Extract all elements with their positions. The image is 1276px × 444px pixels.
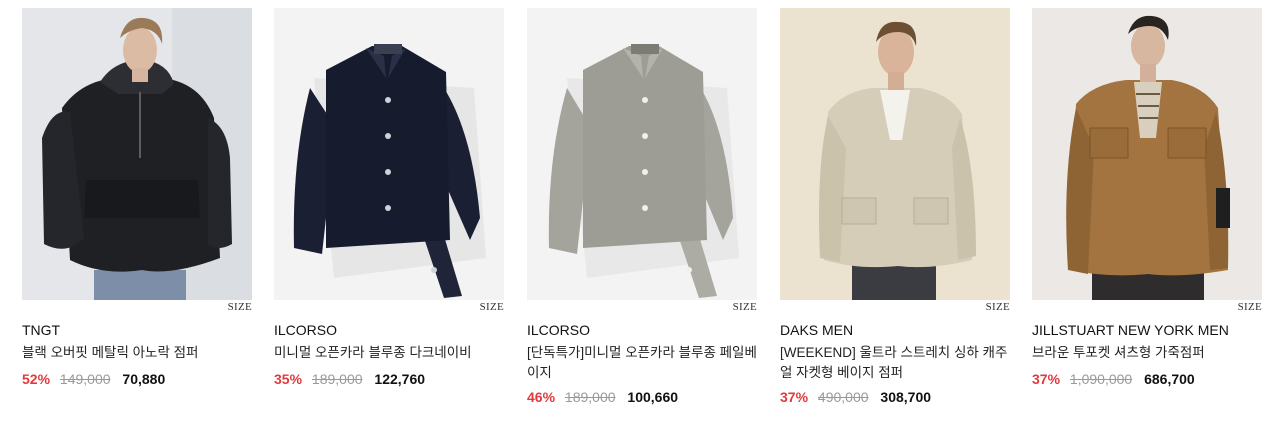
product-grid: SIZE TNGT 블랙 오버핏 메탈릭 아노락 점퍼 52% 149,000 … [0, 0, 1276, 444]
original-price: 490,000 [817, 389, 869, 405]
discount-rate: 35% [274, 371, 303, 387]
original-price: 1,090,000 [1069, 371, 1133, 387]
product-card[interactable]: SIZE TNGT 블랙 오버핏 메탈릭 아노락 점퍼 52% 149,000 … [22, 8, 252, 387]
product-name[interactable]: [단독특가]미니멀 오픈카라 블루종 페일베이지 [527, 343, 757, 383]
product-card[interactable]: SIZE DAKS MEN [WEEKEND] 울트라 스트레치 싱하 캐주얼 … [780, 8, 1010, 405]
brand-name[interactable]: ILCORSO [527, 322, 590, 338]
brand-name[interactable]: JILLSTUART NEW YORK MEN [1032, 322, 1229, 338]
sale-price: 308,700 [880, 389, 932, 405]
sale-price: 70,880 [122, 371, 166, 387]
original-price: 189,000 [311, 371, 363, 387]
sale-price: 122,760 [374, 371, 426, 387]
product-card[interactable]: SIZE JILLSTUART NEW YORK MEN 브라운 투포켓 셔츠형… [1032, 8, 1262, 387]
product-card[interactable]: SIZE ILCORSO [단독특가]미니멀 오픈카라 블루종 페일베이지 46… [527, 8, 757, 405]
discount-rate: 46% [527, 389, 556, 405]
product-name[interactable]: 블랙 오버핏 메탈릭 아노락 점퍼 [22, 343, 252, 363]
discount-rate: 37% [1032, 371, 1061, 387]
discount-rate: 37% [780, 389, 809, 405]
size-label[interactable]: SIZE [733, 301, 757, 313]
original-price: 189,000 [564, 389, 616, 405]
price-row: 46% 189,000 100,660 [527, 389, 678, 405]
leather-jacket-photo [1032, 8, 1262, 300]
brand-name[interactable]: ILCORSO [274, 322, 337, 338]
sale-price: 100,660 [627, 389, 679, 405]
product-image[interactable] [527, 8, 757, 300]
size-label[interactable]: SIZE [228, 301, 252, 313]
product-name[interactable]: 브라운 투포켓 셔츠형 가죽점퍼 [1032, 343, 1262, 363]
brand-name[interactable]: TNGT [22, 322, 60, 338]
sale-price: 686,700 [1144, 371, 1195, 387]
price-row: 35% 189,000 122,760 [274, 371, 425, 387]
size-label[interactable]: SIZE [480, 301, 504, 313]
beige-blouson-photo [527, 8, 757, 300]
product-image[interactable] [274, 8, 504, 300]
brand-name[interactable]: DAKS MEN [780, 322, 853, 338]
product-card[interactable]: SIZE ILCORSO 미니멀 오픈카라 블루종 다크네이비 35% 189,… [274, 8, 504, 387]
product-image[interactable] [22, 8, 252, 300]
size-label[interactable]: SIZE [1238, 301, 1262, 313]
product-image[interactable] [780, 8, 1010, 300]
navy-blouson-photo [274, 8, 504, 300]
beige-jacket-photo [780, 8, 1010, 300]
discount-rate: 52% [22, 371, 51, 387]
price-row: 37% 490,000 308,700 [780, 389, 931, 405]
anorak-photo [22, 8, 252, 300]
product-name[interactable]: 미니멀 오픈카라 블루종 다크네이비 [274, 343, 504, 363]
product-image[interactable] [1032, 8, 1262, 300]
price-row: 37% 1,090,000 686,700 [1032, 371, 1195, 387]
size-label[interactable]: SIZE [986, 301, 1010, 313]
original-price: 149,000 [59, 371, 111, 387]
product-name[interactable]: [WEEKEND] 울트라 스트레치 싱하 캐주얼 자켓형 베이지 점퍼 [780, 343, 1010, 383]
price-row: 52% 149,000 70,880 [22, 371, 165, 387]
